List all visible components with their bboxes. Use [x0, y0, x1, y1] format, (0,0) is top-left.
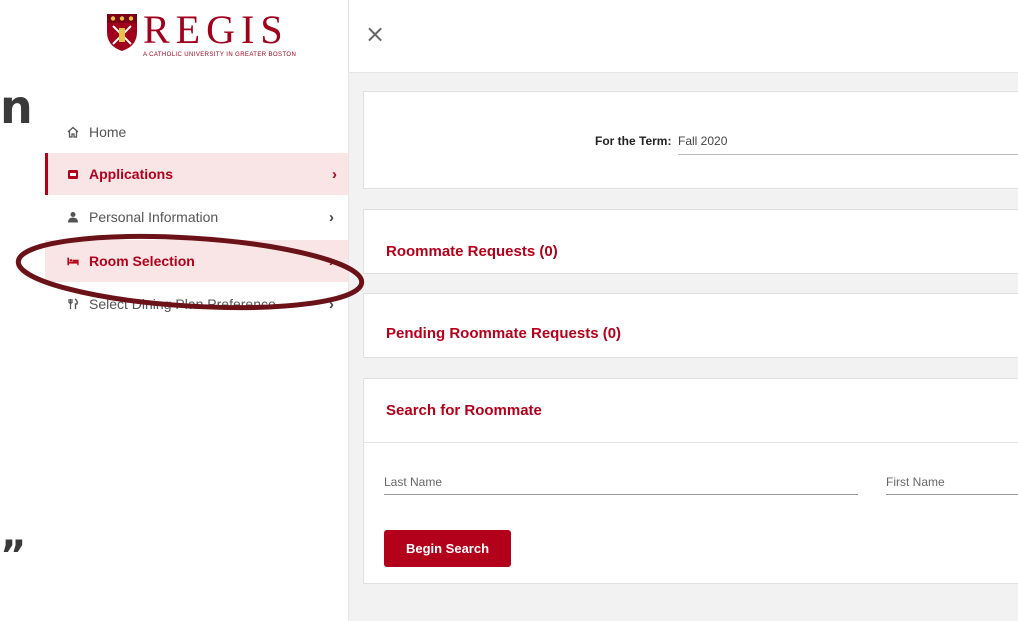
chevron-right-icon: › — [329, 253, 334, 270]
background-quote-fragment: ” — [0, 533, 27, 579]
chevron-right-icon: › — [332, 166, 337, 183]
sidebar-item-home[interactable]: Home — [45, 111, 348, 153]
sidebar-item-label: Applications — [89, 166, 174, 182]
term-card: For the Term: Fall 2020 — [363, 91, 1018, 189]
main-content: For the Term: Fall 2020 Roommate Request… — [349, 73, 1018, 621]
last-name-underline — [384, 494, 858, 495]
home-icon — [67, 125, 79, 139]
logo-wordmark: REGIS — [143, 7, 289, 52]
sidebar-item-dining-plan[interactable]: Select Dining Plan Preference › — [45, 283, 348, 325]
background-text-fragment: n — [0, 80, 33, 134]
sidebar-item-applications[interactable]: Applications › — [45, 153, 348, 195]
roommate-requests-panel[interactable]: Roommate Requests (0) — [363, 209, 1018, 274]
last-name-field[interactable]: Last Name — [384, 475, 442, 489]
roommate-requests-title[interactable]: Roommate Requests (0) — [386, 243, 558, 260]
begin-search-button[interactable]: Begin Search — [384, 530, 511, 567]
sidebar-item-label: Room Selection — [89, 253, 195, 269]
sidebar-item-label: Home — [89, 124, 127, 140]
first-name-field[interactable]: First Name — [886, 475, 945, 489]
search-roommate-panel: Search for Roommate Last Name First Name… — [363, 378, 1018, 584]
close-icon[interactable]: × — [365, 22, 385, 46]
sidebar: REGIS A CATHOLIC UNIVERSITY IN GREATER B… — [45, 0, 349, 621]
term-select[interactable]: Fall 2020 — [678, 134, 727, 148]
search-roommate-title: Search for Roommate — [386, 402, 542, 419]
first-name-underline — [886, 494, 1018, 495]
pending-roommate-requests-panel[interactable]: Pending Roommate Requests (0) — [363, 293, 1018, 358]
sidebar-item-label: Personal Information — [89, 209, 219, 225]
sidebar-item-personal-information[interactable]: Personal Information › — [45, 196, 348, 238]
sidebar-item-room-selection[interactable]: Room Selection › — [45, 240, 348, 282]
sidebar-item-label: Select Dining Plan Preference — [89, 296, 276, 312]
dining-icon — [67, 297, 79, 311]
chevron-right-icon: › — [329, 209, 334, 226]
bed-icon — [67, 254, 79, 268]
term-select-underline — [678, 154, 1018, 155]
panel-divider — [364, 442, 1018, 443]
chevron-right-icon: › — [329, 296, 334, 313]
user-icon — [67, 210, 79, 224]
logo-tagline: A CATHOLIC UNIVERSITY IN GREATER BOSTON — [143, 52, 297, 58]
regis-logo[interactable]: REGIS A CATHOLIC UNIVERSITY IN GREATER B… — [105, 8, 305, 66]
pending-requests-title[interactable]: Pending Roommate Requests (0) — [386, 325, 621, 342]
term-label: For the Term: — [595, 134, 672, 148]
crest-icon — [107, 14, 137, 51]
application-icon — [67, 167, 79, 181]
